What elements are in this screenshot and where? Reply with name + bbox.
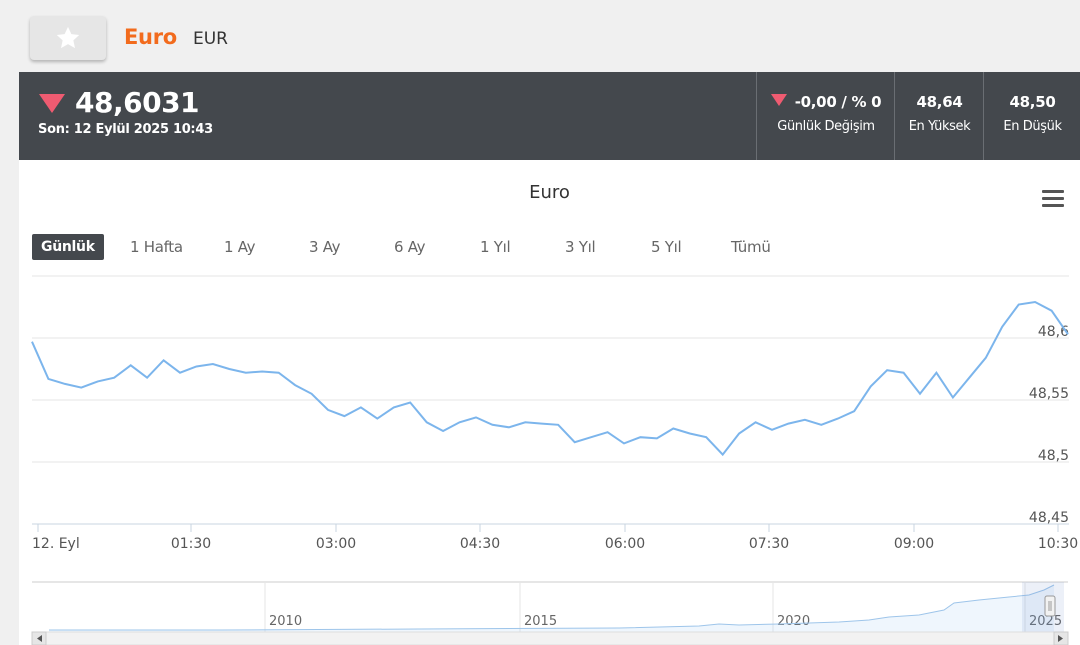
x-tick-label: 06:00 [605,536,645,552]
daily-low-value: 48,50 [1009,93,1056,111]
navigator-year-label: 2010 [269,614,302,629]
navigator-handle[interactable] [1044,595,1056,617]
y-tick-label: 48,55 [1029,386,1069,402]
x-tick-label: 10:30 [1038,536,1078,552]
daily-change-stat: -0,00 / % 0 Günlük Değişim [756,72,895,160]
navigator-selection[interactable] [1022,582,1064,632]
price-series-line [31,300,1069,457]
triangle-down-icon [770,94,787,106]
daily-low-stat: 48,50 En Düşük [983,72,1080,160]
navigator-scrollbar[interactable] [31,631,1069,645]
navigator-year-label: 2015 [524,614,557,629]
y-tick-label: 48,45 [1029,510,1069,526]
daily-low-label: En Düşük [1003,119,1062,134]
triangle-down-icon [39,94,65,113]
last-update-time: Son: 12 Eylül 2025 10:43 [38,122,213,137]
y-tick-label: 48,6 [1038,324,1069,340]
x-tick-label: 12. Eyl [32,536,80,552]
navigator: 2010201520202025 [31,581,1069,645]
daily-change-label: Günlük Değişim [777,119,875,134]
daily-high-stat: 48,64 En Yüksek [894,72,984,160]
x-tick-label: 04:30 [460,536,500,552]
chart-panel: Euro Günlük 1 Hafta 1 Ay 3 Ay 6 Ay 1 Yıl 3 Yıl… [19,160,1080,645]
price-line-chart[interactable]: 48,45 48,5 48,55 48,6 12. Eyl 01:30 03:00 04:3… [19,160,1080,645]
x-tick-label: 07:30 [749,536,789,552]
price-summary-bar: 48,6031 Son: 12 Eylül 2025 10:43 -0,00 /… [19,72,1080,160]
x-tick-label: 09:00 [894,536,934,552]
instrument-code: EUR [193,29,228,49]
x-tick-label: 03:00 [316,536,356,552]
current-price: 48,6031 [75,86,200,119]
daily-change-value: -0,00 / % 0 [794,93,882,111]
y-tick-label: 48,5 [1038,448,1069,464]
x-tick-label: 01:30 [171,536,211,552]
favorite-button[interactable] [30,16,106,60]
daily-high-label: En Yüksek [908,119,971,134]
star-icon [56,26,80,49]
daily-high-value: 48,64 [916,93,963,111]
instrument-name: Euro [124,25,177,49]
instrument-header: Euro EUR [0,0,1080,72]
